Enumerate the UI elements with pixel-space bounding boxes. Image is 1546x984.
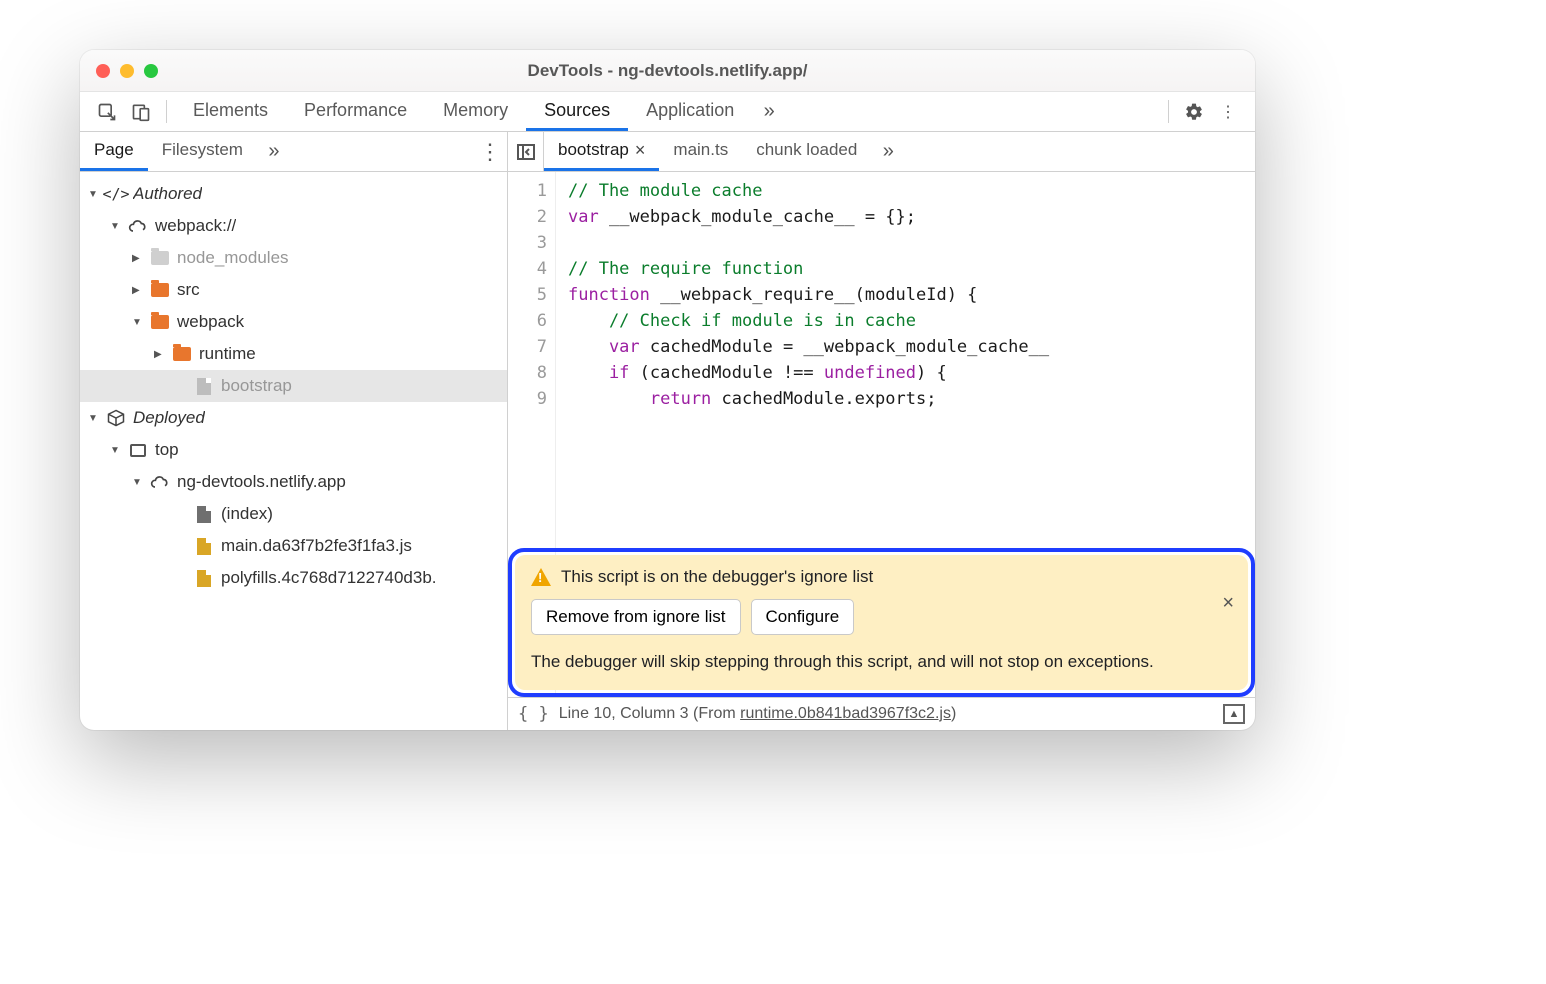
cube-icon: [106, 408, 126, 428]
file-icon: [197, 570, 211, 587]
tree-item-webpack[interactable]: webpack: [80, 306, 507, 338]
infobar-highlight: This script is on the debugger's ignore …: [508, 548, 1255, 698]
tree-item-webpack-scheme[interactable]: webpack://: [80, 210, 507, 242]
tree-item-polyfills[interactable]: polyfills.4c768d7122740d3b.: [80, 562, 507, 594]
tab-label: chunk loaded: [756, 140, 857, 160]
tree-label: top: [155, 440, 179, 460]
navigator-menu-icon[interactable]: ⋮: [473, 132, 507, 171]
code-icon: </>: [106, 184, 126, 204]
minimize-window[interactable]: [120, 64, 134, 78]
cloud-icon: [150, 472, 170, 492]
tree-label: Deployed: [133, 408, 205, 428]
file-tree: </> Authored webpack:// node_modules src: [80, 172, 507, 730]
tree-item-mainjs[interactable]: main.da63f7b2fe3f1fa3.js: [80, 530, 507, 562]
more-editor-tabs-icon[interactable]: »: [871, 132, 905, 171]
close-tab-icon[interactable]: ×: [635, 140, 646, 161]
tree-label: bootstrap: [221, 376, 292, 396]
cursor-position: Line 10, Column 3 (From runtime.0b841bad…: [559, 705, 957, 723]
frame-icon: [128, 440, 148, 460]
chevron-down-icon: [88, 186, 102, 200]
warning-icon: [531, 568, 551, 586]
tree-label: webpack://: [155, 216, 236, 236]
navigator-panel: Page Filesystem » ⋮ </> Authored webpack…: [80, 132, 508, 730]
tree-group-authored[interactable]: </> Authored: [80, 178, 507, 210]
tab-elements[interactable]: Elements: [175, 92, 286, 131]
file-icon: [197, 378, 211, 395]
remove-from-ignore-button[interactable]: Remove from ignore list: [531, 599, 741, 635]
tab-sources[interactable]: Sources: [526, 92, 628, 131]
infobar-title: This script is on the debugger's ignore …: [561, 567, 873, 587]
close-infobar-icon[interactable]: ×: [1222, 592, 1234, 615]
ignore-list-infobar: This script is on the debugger's ignore …: [515, 555, 1248, 691]
tree-item-node-modules[interactable]: node_modules: [80, 242, 507, 274]
tree-label: (index): [221, 504, 273, 524]
chevron-down-icon: [110, 442, 124, 456]
kebab-icon[interactable]: ⋮: [1211, 92, 1245, 131]
navigator-subtabs: Page Filesystem » ⋮: [80, 132, 507, 172]
chevron-down-icon: [132, 474, 146, 488]
tab-label: main.ts: [673, 140, 728, 160]
editor-tab-main-ts[interactable]: main.ts: [659, 132, 742, 171]
tab-memory[interactable]: Memory: [425, 92, 526, 131]
show-debugger-icon[interactable]: ▲: [1223, 704, 1245, 724]
file-icon: [197, 538, 211, 555]
cloud-icon: [128, 216, 148, 236]
source-link[interactable]: runtime.0b841bad3967f3c2.js: [740, 705, 951, 722]
tree-item-index[interactable]: (index): [80, 498, 507, 530]
traffic-lights: [96, 64, 158, 78]
folder-icon: [173, 347, 191, 361]
devtools-window: DevTools - ng-devtools.netlify.app/ Elem…: [80, 50, 1255, 730]
tree-label: node_modules: [177, 248, 289, 268]
tree-item-top[interactable]: top: [80, 434, 507, 466]
tab-performance[interactable]: Performance: [286, 92, 425, 131]
more-tabs-icon[interactable]: »: [752, 92, 786, 131]
tree-item-src[interactable]: src: [80, 274, 507, 306]
chevron-down-icon: [110, 218, 124, 232]
tab-label: bootstrap: [558, 140, 629, 160]
tree-label: ng-devtools.netlify.app: [177, 472, 346, 492]
main-toolbar: Elements Performance Memory Sources Appl…: [80, 92, 1255, 132]
close-window[interactable]: [96, 64, 110, 78]
editor-panel: bootstrap × main.ts chunk loaded » 12345…: [508, 132, 1255, 730]
chevron-right-icon: [132, 282, 146, 296]
editor-tabs: bootstrap × main.ts chunk loaded »: [508, 132, 1255, 172]
window-title: DevTools - ng-devtools.netlify.app/: [80, 61, 1255, 81]
pretty-print-icon[interactable]: { }: [518, 704, 549, 724]
tree-label: main.da63f7b2fe3f1fa3.js: [221, 536, 412, 556]
device-toggle-icon[interactable]: [124, 92, 158, 131]
chevron-right-icon: [132, 250, 146, 264]
tree-item-domain[interactable]: ng-devtools.netlify.app: [80, 466, 507, 498]
tree-item-bootstrap[interactable]: bootstrap: [80, 370, 507, 402]
editor-tab-bootstrap[interactable]: bootstrap ×: [544, 132, 659, 171]
inspect-icon[interactable]: [90, 92, 124, 131]
tree-group-deployed[interactable]: Deployed: [80, 402, 507, 434]
titlebar: DevTools - ng-devtools.netlify.app/: [80, 50, 1255, 92]
tab-application[interactable]: Application: [628, 92, 752, 131]
chevron-right-icon: [154, 346, 168, 360]
more-subtabs-icon[interactable]: »: [257, 132, 291, 171]
tree-label: polyfills.4c768d7122740d3b.: [221, 568, 437, 588]
chevron-down-icon: [132, 314, 146, 328]
folder-icon: [151, 283, 169, 297]
chevron-down-icon: [88, 410, 102, 424]
file-icon: [197, 506, 211, 523]
folder-icon: [151, 251, 169, 265]
settings-icon[interactable]: [1177, 92, 1211, 131]
tree-label: runtime: [199, 344, 256, 364]
subtab-filesystem[interactable]: Filesystem: [148, 132, 257, 171]
toggle-navigator-icon[interactable]: [508, 132, 544, 171]
subtab-page[interactable]: Page: [80, 132, 148, 171]
separator: [1168, 100, 1169, 123]
tree-label: src: [177, 280, 200, 300]
tree-item-runtime[interactable]: runtime: [80, 338, 507, 370]
editor-statusbar: { } Line 10, Column 3 (From runtime.0b84…: [508, 697, 1255, 730]
folder-icon: [151, 315, 169, 329]
tree-label: Authored: [133, 184, 202, 204]
maximize-window[interactable]: [144, 64, 158, 78]
editor-tab-chunk-loaded[interactable]: chunk loaded: [742, 132, 871, 171]
infobar-description: The debugger will skip stepping through …: [531, 649, 1232, 675]
configure-button[interactable]: Configure: [751, 599, 855, 635]
separator: [166, 100, 167, 123]
tree-label: webpack: [177, 312, 244, 332]
